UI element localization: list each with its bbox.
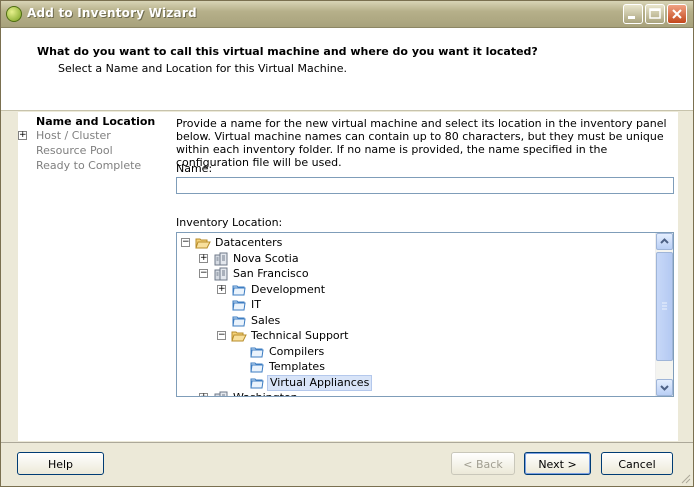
window-title: Add to Inventory Wizard [27,6,197,20]
wizard-header: What do you want to call this virtual ma… [1,28,693,111]
inventory-tree[interactable]: − Datacenters + Nova Scotia − San Francisco + D… [176,232,674,397]
instructions-text: Provide a name for the new virtual machi… [176,117,667,169]
tree-node-label[interactable]: Sales [249,313,282,329]
folder-icon [231,313,247,329]
tree-node-label[interactable]: Technical Support [249,328,351,344]
cancel-button[interactable]: Cancel [601,452,673,475]
grip-icon [662,302,667,310]
help-button[interactable]: Help [17,452,104,475]
folder-icon [249,375,265,391]
scroll-up-button[interactable] [656,233,673,250]
back-button[interactable]: < Back [451,452,515,475]
tree-node-label[interactable]: Compilers [267,344,326,360]
name-input[interactable] [176,177,674,194]
step-host-cluster[interactable]: Host / Cluster [36,129,111,142]
step-expand-toggle[interactable]: + [18,131,27,140]
tree-node-label[interactable]: Development [249,282,327,298]
tree-node-label[interactable]: IT [249,297,263,313]
scroll-down-button[interactable] [656,379,673,396]
close-icon [672,9,682,19]
wizard-content: Provide a name for the new virtual machi… [164,112,678,441]
folder-icon [249,344,265,360]
datacenter-icon [213,390,229,396]
datacenter-icon [213,251,229,267]
expand-node-toggle[interactable]: + [217,284,226,294]
folder-icon [231,282,247,298]
step-ready-to-complete[interactable]: Ready to Complete [36,159,141,172]
expand-node-toggle[interactable]: + [199,393,208,396]
wizard-steps-panel: Name and Location + Host / Cluster Resou… [18,112,164,441]
tree-node-label[interactable]: Virtual Appliances [267,374,373,391]
chevron-up-icon [660,238,669,244]
tree-node-label[interactable]: Nova Scotia [231,251,301,267]
minimize-icon [628,16,635,19]
vmware-logo-icon [6,6,22,22]
close-button[interactable] [667,4,687,24]
folder-open-icon [195,235,211,251]
maximize-button[interactable] [645,4,665,24]
collapse-node-toggle[interactable]: − [217,331,226,340]
step-name-and-location[interactable]: Name and Location [36,115,155,128]
folder-icon [231,297,247,313]
inventory-location-label: Inventory Location: [176,216,283,229]
resize-grip-icon[interactable] [679,472,691,484]
expand-node-toggle[interactable]: + [199,253,208,263]
tree-node-label[interactable]: Datacenters [213,235,284,251]
name-label: Name: [176,162,213,175]
collapse-node-toggle[interactable]: − [199,269,208,278]
step-resource-pool[interactable]: Resource Pool [36,144,113,157]
tree-node-label[interactable]: Washington [231,390,300,396]
maximize-icon [649,8,661,19]
footer-divider [1,442,693,443]
tree-scrollbar[interactable] [655,233,673,396]
folder-open-icon [231,328,247,344]
tree-node-label[interactable]: San Francisco [231,266,311,282]
header-subtitle: Select a Name and Location for this Virt… [58,62,348,75]
minimize-button[interactable] [623,4,643,24]
title-bar[interactable]: Add to Inventory Wizard [1,1,693,28]
collapse-node-toggle[interactable]: − [181,238,190,247]
wizard-window: Add to Inventory Wizard What do you want… [0,0,694,487]
chevron-down-icon [660,385,669,391]
header-title: What do you want to call this virtual ma… [37,45,538,58]
datacenter-icon [213,266,229,282]
tree-node-label[interactable]: Templates [267,359,327,375]
folder-icon [249,359,265,375]
next-button[interactable]: Next > [524,452,591,475]
scroll-thumb[interactable] [656,252,673,361]
